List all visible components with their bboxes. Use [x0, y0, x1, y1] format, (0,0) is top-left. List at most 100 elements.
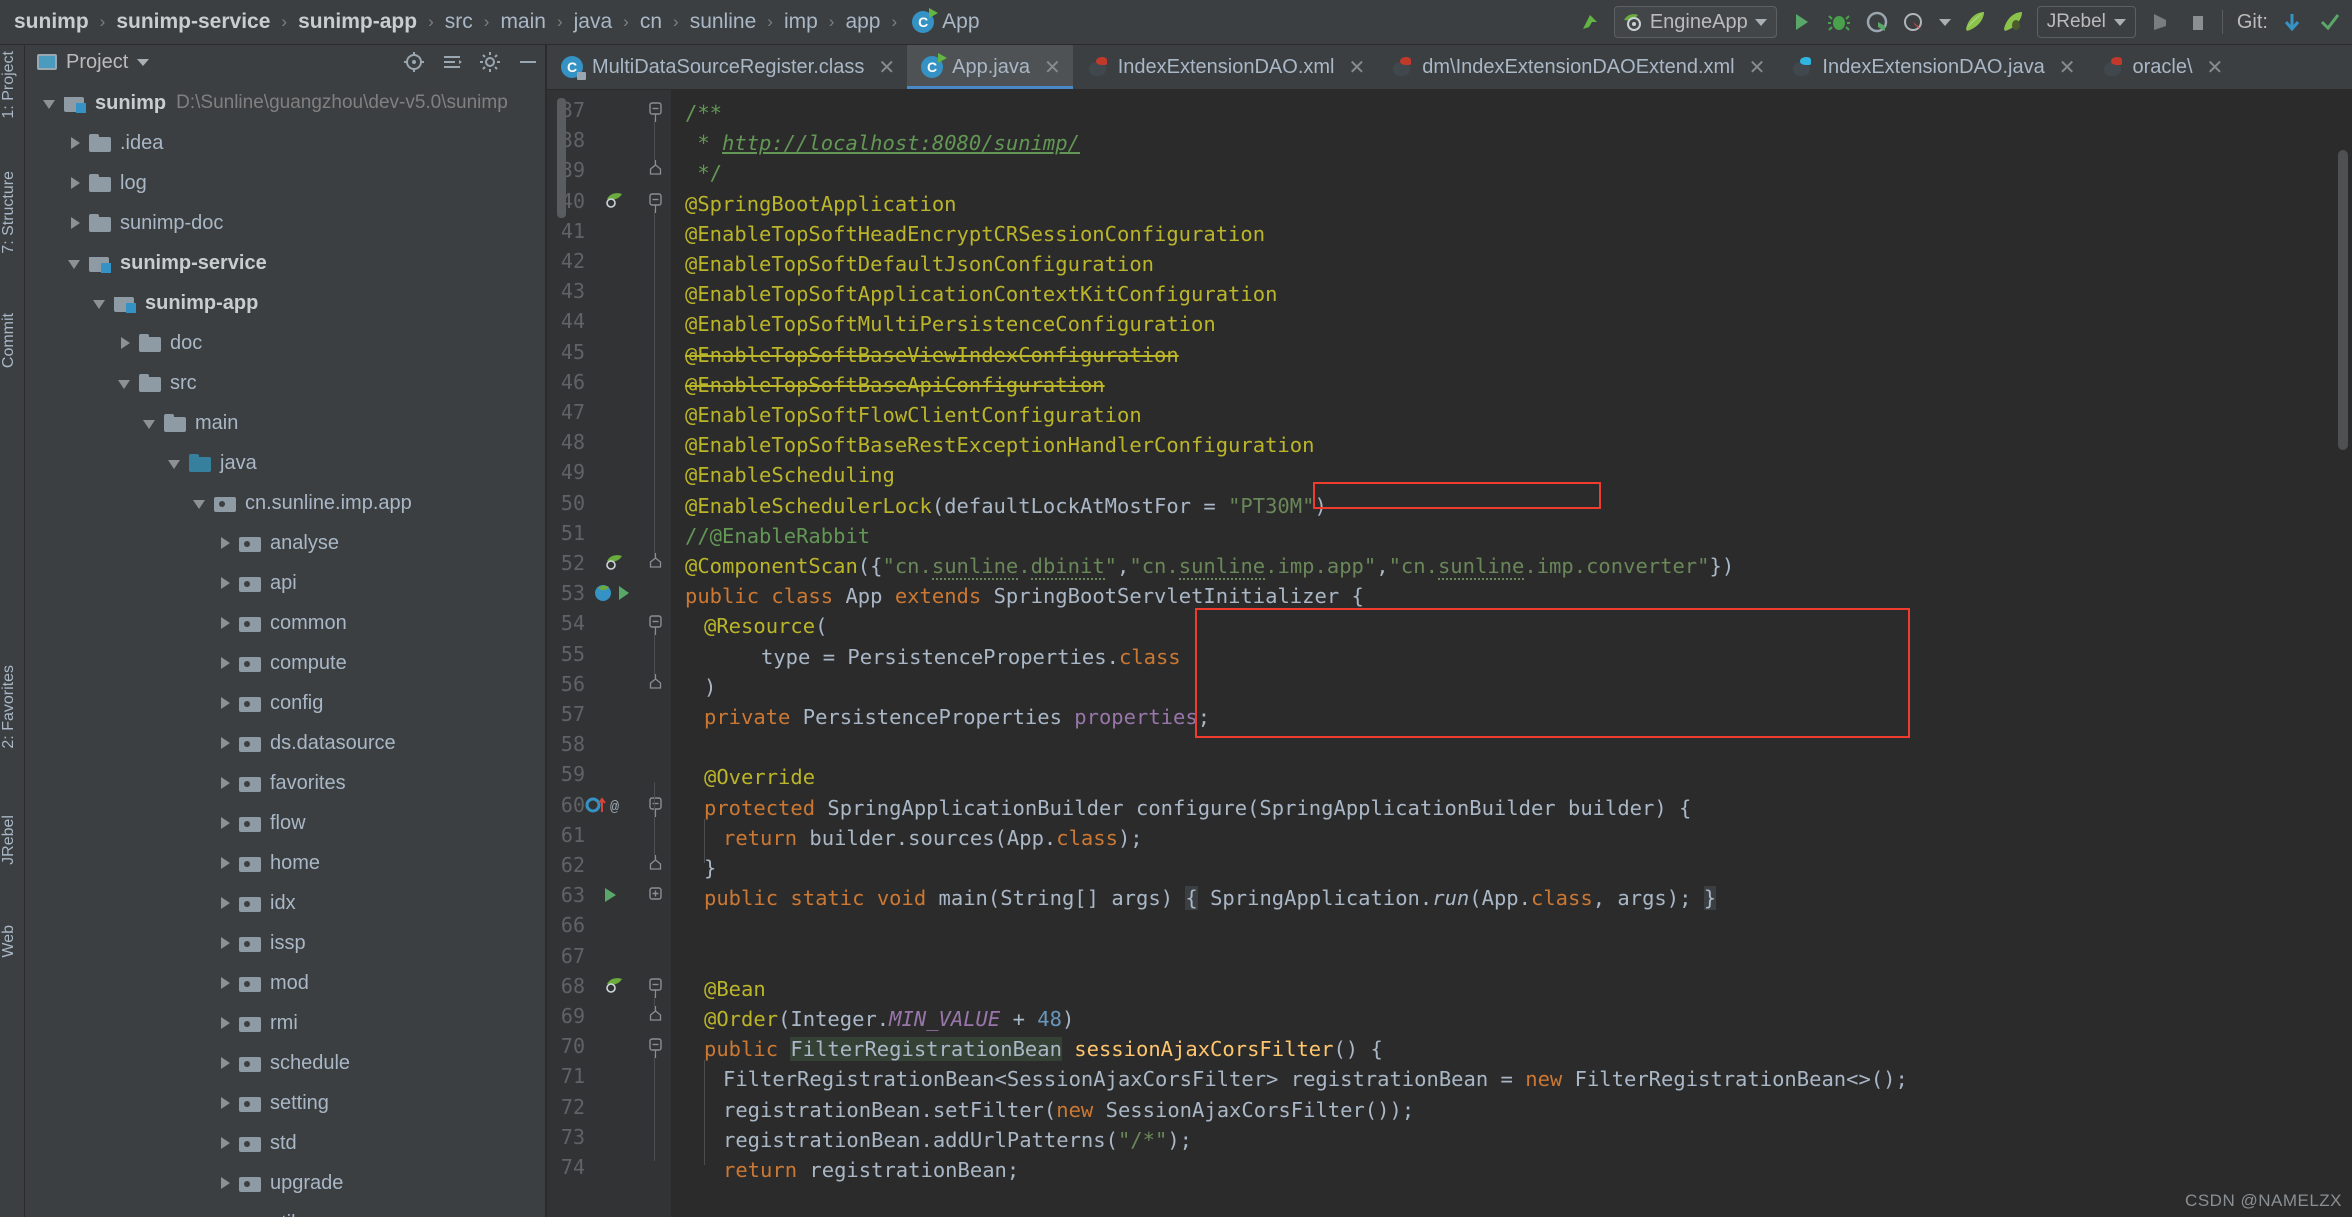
- chevron-right-icon[interactable]: [218, 616, 232, 630]
- tree-row[interactable]: cn.sunline.imp.app: [25, 483, 545, 523]
- code-fold-marker[interactable]: [647, 100, 663, 127]
- code-line[interactable]: @EnableTopSoftFlowClientConfiguration: [685, 400, 1142, 430]
- editor-tab[interactable]: MultiDataSourceRegister.class✕: [547, 45, 907, 89]
- tree-row[interactable]: analyse: [25, 523, 545, 563]
- code-line[interactable]: FilterRegistrationBean<SessionAjaxCorsFi…: [723, 1064, 1908, 1094]
- code-line[interactable]: */: [685, 158, 722, 188]
- code-line[interactable]: /**: [685, 98, 722, 128]
- code-line[interactable]: @EnableTopSoftDefaultJsonConfiguration: [685, 249, 1154, 279]
- chevron-right-icon[interactable]: [218, 1016, 232, 1030]
- tree-row[interactable]: sunimpD:\Sunline\guangzhou\dev-v5.0\suni…: [25, 83, 545, 123]
- spring-bean-gutter-icon[interactable]: [604, 190, 626, 217]
- chevron-down-icon[interactable]: [118, 376, 132, 390]
- chevron-right-icon[interactable]: [218, 576, 232, 590]
- chevron-right-icon[interactable]: [218, 696, 232, 710]
- close-icon[interactable]: ✕: [2207, 55, 2224, 80]
- tree-row[interactable]: log: [25, 163, 545, 203]
- tree-row[interactable]: flow: [25, 803, 545, 843]
- editor-tab[interactable]: App.java✕: [907, 45, 1073, 89]
- breadcrumb-item-imp[interactable]: imp: [784, 10, 818, 34]
- tree-row[interactable]: sunimp-doc: [25, 203, 545, 243]
- project-tree[interactable]: sunimpD:\Sunline\guangzhou\dev-v5.0\suni…: [25, 83, 545, 1217]
- code-line[interactable]: registrationBean.setFilter(new SessionAj…: [723, 1095, 1414, 1125]
- chevron-down-icon[interactable]: [168, 456, 182, 470]
- tree-row[interactable]: issp: [25, 923, 545, 963]
- breadcrumb-item-sunline[interactable]: sunline: [690, 10, 757, 34]
- chevron-down-icon[interactable]: [43, 96, 57, 110]
- breadcrumb-item-src[interactable]: src: [445, 10, 473, 34]
- stop-icon[interactable]: [2184, 8, 2212, 36]
- close-icon[interactable]: ✕: [2059, 55, 2076, 80]
- update-project-icon[interactable]: [1576, 8, 1604, 36]
- tool-window-project[interactable]: 1: Project: [0, 51, 25, 119]
- run-class-gutter-icon[interactable]: [593, 582, 633, 609]
- chevron-right-icon[interactable]: [218, 936, 232, 950]
- chevron-right-icon[interactable]: [218, 536, 232, 550]
- editor-tab[interactable]: IndexExtensionDAO.xml✕: [1073, 45, 1378, 89]
- close-icon[interactable]: ✕: [1749, 55, 1766, 80]
- code-line[interactable]: @EnableTopSoftBaseViewIndexConfiguration: [685, 340, 1179, 370]
- code-line[interactable]: return registrationBean;: [723, 1155, 1019, 1185]
- code-line[interactable]: @EnableTopSoftBaseRestExceptionHandlerCo…: [685, 430, 1314, 460]
- tree-row[interactable]: doc: [25, 323, 545, 363]
- expand-collapse-icon[interactable]: [441, 51, 463, 78]
- code-line[interactable]: @EnableScheduling: [685, 460, 895, 490]
- chevron-right-icon[interactable]: [218, 896, 232, 910]
- code-line[interactable]: @EnableTopSoftMultiPersistenceConfigurat…: [685, 309, 1216, 339]
- tree-row[interactable]: rmi: [25, 1003, 545, 1043]
- run-with-coverage-icon[interactable]: [1863, 8, 1891, 36]
- tree-row[interactable]: sunimp-service: [25, 243, 545, 283]
- chevron-right-icon[interactable]: [218, 816, 232, 830]
- code-fold-marker[interactable]: [647, 613, 663, 640]
- chevron-down-icon[interactable]: [193, 496, 207, 510]
- git-commit-icon[interactable]: [2316, 8, 2344, 36]
- code-fold-marker[interactable]: [647, 855, 663, 882]
- code-line[interactable]: @EnableTopSoftBaseApiConfiguration: [685, 370, 1105, 400]
- tree-row[interactable]: src: [25, 363, 545, 403]
- code-line[interactable]: @SpringBootApplication: [685, 189, 957, 219]
- profiler-chevron-down-icon[interactable]: [1939, 19, 1951, 26]
- code-line[interactable]: //@EnableRabbit: [685, 521, 870, 551]
- code-line[interactable]: registrationBean.addUrlPatterns("/*");: [723, 1125, 1192, 1155]
- chevron-right-icon[interactable]: [218, 776, 232, 790]
- code-line[interactable]: public static void main(String[] args) {…: [704, 883, 1716, 913]
- chevron-right-icon[interactable]: [218, 736, 232, 750]
- tree-row[interactable]: config: [25, 683, 545, 723]
- tree-row[interactable]: .idea: [25, 123, 545, 163]
- editor-tab[interactable]: oracle\✕: [2088, 45, 2236, 89]
- tree-row[interactable]: favorites: [25, 763, 545, 803]
- editor-tab[interactable]: dm\IndexExtensionDAOExtend.xml✕: [1377, 45, 1777, 89]
- chevron-right-icon[interactable]: [218, 1136, 232, 1150]
- hide-panel-icon[interactable]: [517, 51, 539, 78]
- spring-bean-gutter-icon[interactable]: [604, 975, 626, 1002]
- tree-row[interactable]: api: [25, 563, 545, 603]
- tree-row[interactable]: home: [25, 843, 545, 883]
- editor-scrollbar[interactable]: [2334, 90, 2352, 1217]
- tree-row[interactable]: ds.datasource: [25, 723, 545, 763]
- chevron-right-icon[interactable]: [218, 1056, 232, 1070]
- code-line[interactable]: public class App extends SpringBootServl…: [685, 581, 1364, 611]
- run-configuration-selector[interactable]: EngineApp: [1614, 6, 1777, 38]
- run-icon[interactable]: [1787, 8, 1815, 36]
- code-fold-marker[interactable]: [647, 674, 663, 701]
- code-line[interactable]: }: [704, 853, 716, 883]
- git-update-icon[interactable]: [2278, 8, 2306, 36]
- tree-row[interactable]: std: [25, 1123, 545, 1163]
- code-line[interactable]: type = PersistenceProperties.class: [761, 642, 1181, 672]
- tool-window-web[interactable]: Web: [0, 925, 25, 958]
- code-fold-marker[interactable]: [647, 885, 663, 912]
- code-line[interactable]: @Bean: [704, 974, 766, 1004]
- close-icon[interactable]: ✕: [1044, 55, 1061, 80]
- code-line[interactable]: @ComponentScan({"cn.sunline.dbinit","cn.…: [685, 551, 1734, 581]
- override-method-gutter-icon[interactable]: @: [585, 794, 625, 821]
- chevron-down-icon[interactable]: [68, 256, 82, 270]
- chevron-right-icon[interactable]: [218, 976, 232, 990]
- chevron-down-icon[interactable]: [143, 416, 157, 430]
- tool-window-jrebel[interactable]: JRebel: [0, 815, 25, 865]
- gutter-scroll-indicator[interactable]: [557, 98, 566, 218]
- tree-row[interactable]: compute: [25, 643, 545, 683]
- locate-file-icon[interactable]: [403, 51, 425, 78]
- breadcrumb-item-sunimp-service[interactable]: sunimp-service: [116, 10, 270, 34]
- close-icon[interactable]: ✕: [878, 55, 895, 80]
- code-fold-marker[interactable]: [647, 160, 663, 187]
